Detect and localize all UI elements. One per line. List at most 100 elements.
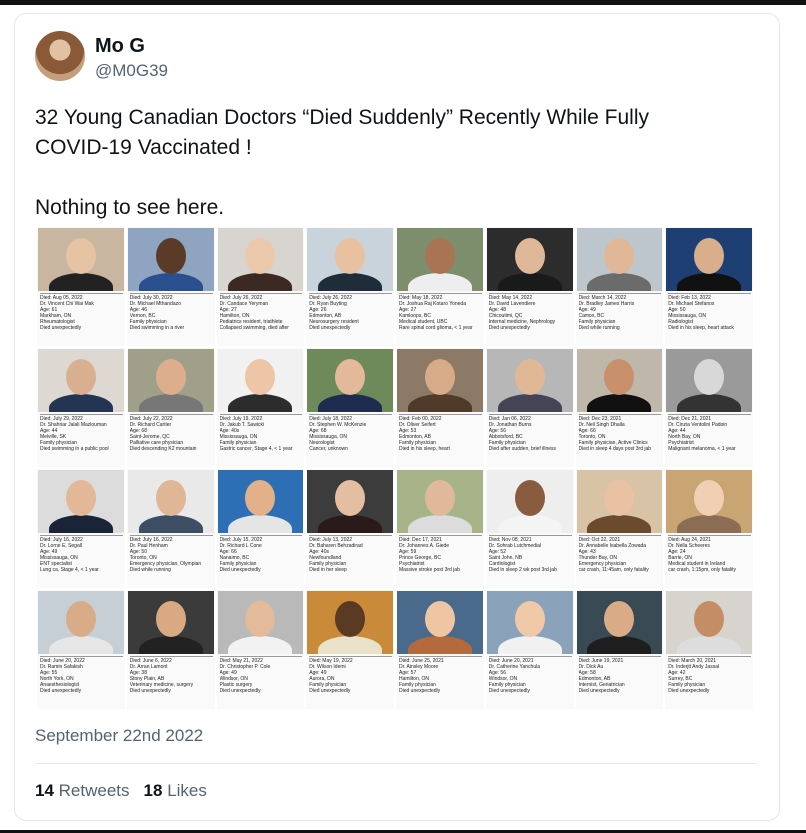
portrait-shoulders bbox=[407, 273, 472, 291]
doctor-photo bbox=[307, 349, 393, 412]
portrait-head bbox=[245, 601, 276, 637]
attached-image-collage[interactable]: Died: Aug 05, 2022 Dr. Vincent Chi Wai Ma… bbox=[37, 227, 753, 709]
doctor-cause: Died unexpectedly bbox=[309, 688, 351, 694]
doctor-cause: Died unexpectedly bbox=[219, 688, 261, 694]
doctor-caption: Died: May 19, 2022 Dr. Wilson Idemi Age: 4… bbox=[309, 656, 392, 694]
doctor-caption: Died: Jan 06, 2022 Dr. Jonathan Burns Age:… bbox=[488, 414, 572, 452]
portrait-shoulders bbox=[318, 515, 383, 533]
display-name[interactable]: Mo G bbox=[95, 35, 145, 58]
doctor-tile: Died: July 22, 2022 Dr. Richard Cartier Ag… bbox=[126, 348, 215, 467]
user-handle[interactable]: @M0G39 bbox=[95, 61, 168, 81]
avatar[interactable] bbox=[35, 31, 85, 81]
doctor-caption: Died: June 25, 2021 Dr. Ainsley Moore Age:… bbox=[399, 656, 482, 694]
portrait-shoulders bbox=[318, 273, 383, 291]
doctor-cause: Malignant melanoma, < 1 year bbox=[668, 446, 736, 452]
doctor-tile: Died: Dec 23, 2021 Dr. Neil Singh Dhalla A… bbox=[575, 348, 664, 467]
doctor-photo bbox=[576, 228, 663, 291]
doctor-cause: Died unexpectedly bbox=[578, 688, 620, 694]
portrait-head bbox=[424, 359, 455, 395]
portrait-head bbox=[65, 480, 96, 516]
portrait-head bbox=[694, 601, 725, 637]
engagement-stats: 14 Retweets 18 Likes bbox=[35, 781, 207, 801]
doctor-tile: Died: Oct 22, 2021 Dr. Annabelle Isabella… bbox=[575, 469, 664, 588]
doctor-cause: Died swimming in a public pool bbox=[40, 446, 109, 452]
doctor-tile: Died: June 20, 2021 Dr. Catherine Yanchul… bbox=[485, 590, 574, 709]
doctor-tile: Died: May 14, 2022 Dr. David Lavendiere Ag… bbox=[485, 227, 574, 346]
doctor-caption: Died: Dec 23, 2021 Dr. Neil Singh Dhalla A… bbox=[578, 414, 662, 452]
portrait-head bbox=[604, 238, 635, 274]
doctor-cause: Died in his sleep, heart bbox=[399, 446, 450, 452]
doctor-caption: Died: June 6, 2022 Dr. Arran Lamont Age: 3… bbox=[129, 656, 213, 694]
likes-stat[interactable]: 18 Likes bbox=[144, 781, 207, 801]
portrait-head bbox=[335, 480, 366, 516]
doctor-photo bbox=[307, 591, 393, 654]
doctor-photo bbox=[576, 470, 663, 533]
doctor-tile: Died: June 20, 2022 Dr. Ramin Safakish Age… bbox=[37, 590, 125, 709]
doctor-caption: Died: Nov 08, 2021 Dr. Sohrab Lutchmedial… bbox=[488, 535, 572, 573]
portrait-shoulders bbox=[497, 394, 562, 412]
doctor-photo bbox=[486, 470, 573, 533]
doctor-tile: Died: Dec 17, 2021 Dr. Johannes A. Giede A… bbox=[396, 469, 484, 588]
portrait-head bbox=[65, 601, 96, 637]
portrait-shoulders bbox=[138, 636, 203, 654]
portrait-head bbox=[245, 359, 276, 395]
portrait-shoulders bbox=[228, 636, 293, 654]
portrait-shoulders bbox=[587, 515, 652, 533]
doctor-photo bbox=[486, 591, 573, 654]
doctor-photo bbox=[38, 470, 124, 533]
doctor-photo bbox=[397, 228, 483, 291]
portrait-head bbox=[604, 601, 635, 637]
portrait-head bbox=[424, 601, 455, 637]
retweets-stat[interactable]: 14 Retweets bbox=[35, 781, 130, 801]
doctor-cause: car crash, 11:45am, only fatality bbox=[578, 567, 649, 573]
doctor-caption: Died: Dec 21, 2021 Dr. Cinzia Ventolini P… bbox=[668, 414, 751, 452]
portrait-head bbox=[335, 601, 366, 637]
doctor-cause: Died swimming in a river bbox=[129, 325, 185, 331]
doctor-photo bbox=[127, 349, 214, 412]
portrait-shoulders bbox=[407, 394, 472, 412]
doctor-tile: Died: March 20, 2021 Dr. Inderjit Andy Ja… bbox=[665, 590, 753, 709]
portrait-shoulders bbox=[497, 636, 562, 654]
doctor-tile: Died: July 26, 2022 Dr. Candace Yeryman Ag… bbox=[216, 227, 305, 346]
doctor-tile: Died: July 16, 2022 Dr. Lorne E. Segall Ag… bbox=[37, 469, 125, 588]
likes-label: Likes bbox=[167, 781, 207, 800]
portrait-head bbox=[694, 359, 725, 395]
portrait-head bbox=[604, 359, 635, 395]
doctor-caption: Died: July 29, 2022 Dr. Shahriar Jalali M… bbox=[40, 414, 123, 452]
portrait-head bbox=[514, 480, 545, 516]
doctor-cause: Died unexpectedly bbox=[40, 325, 82, 331]
doctor-photo bbox=[127, 470, 214, 533]
doctor-tile: Died: Aug 05, 2022 Dr. Vincent Chi Wai Ma… bbox=[37, 227, 125, 346]
portrait-shoulders bbox=[138, 273, 203, 291]
doctor-cause: Died unexpectedly bbox=[668, 688, 710, 694]
portrait-head bbox=[245, 480, 276, 516]
doctor-photo bbox=[307, 470, 393, 533]
doctor-photo bbox=[38, 591, 124, 654]
portrait-shoulders bbox=[318, 394, 383, 412]
doctor-caption: Died: July 15, 2022 Dr. Richard L Cone Age… bbox=[219, 535, 303, 573]
doctor-caption: Died: July 26, 2022 Dr. Candace Yeryman Ag… bbox=[219, 293, 303, 331]
portrait-head bbox=[694, 238, 725, 274]
doctor-cause: Lung ca, Stage 4, < 1 year bbox=[40, 567, 99, 573]
doctor-tile: Died: Feb 13, 2022 Dr. Michael Stefanos Ag… bbox=[665, 227, 753, 346]
portrait-shoulders bbox=[48, 515, 113, 533]
doctor-cause: Died descending K2 mountain bbox=[129, 446, 197, 452]
doctor-photo bbox=[217, 228, 304, 291]
doctor-caption: Died: May 14, 2022 Dr. David Lavendiere Ag… bbox=[488, 293, 572, 331]
doctor-caption: Died: June 20, 2021 Dr. Catherine Yanchul… bbox=[488, 656, 572, 694]
doctor-caption: Died: March 20, 2021 Dr. Inderjit Andy Ja… bbox=[668, 656, 751, 694]
doctor-cause: Cancer, unknown bbox=[309, 446, 348, 452]
tweet-date[interactable]: September 22nd 2022 bbox=[35, 726, 203, 746]
doctor-cause: Died unexpectedly bbox=[129, 688, 171, 694]
doctor-caption: Died: Aug 05, 2022 Dr. Vincent Chi Wai Ma… bbox=[40, 293, 123, 331]
doctor-cause: car crash, 1:15pm, only fatality bbox=[668, 567, 737, 573]
doctor-caption: Died: July 30, 2022 Dr. Michael Mthandazo… bbox=[129, 293, 213, 331]
doctor-cause: Rare spinal cord glioma, < 1 year bbox=[399, 325, 473, 331]
doctor-cause: Died after sudden, brief illness bbox=[488, 446, 557, 452]
doctor-caption: Died: June 19, 2021 Dr. Dick Au Age: 58 Edm… bbox=[578, 656, 662, 694]
doctor-cause: Died in sleep 2 wk post 3rd jab bbox=[488, 567, 557, 573]
portrait-head bbox=[155, 359, 186, 395]
doctor-photo bbox=[127, 228, 214, 291]
doctor-photo bbox=[666, 228, 752, 291]
doctor-photo bbox=[307, 228, 393, 291]
